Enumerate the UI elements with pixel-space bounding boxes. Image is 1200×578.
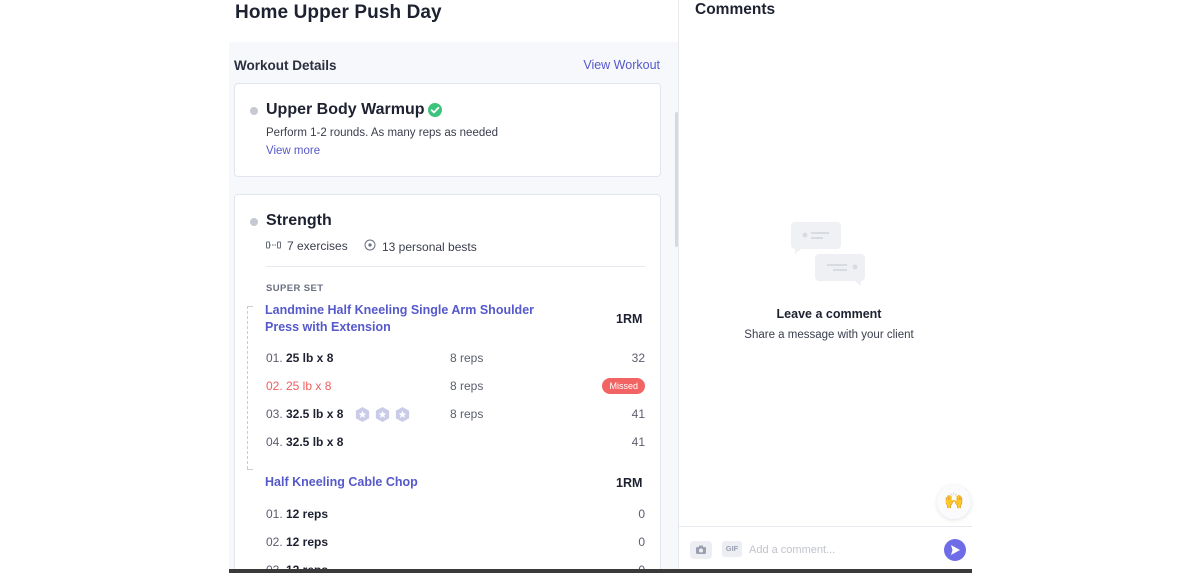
set-value: 41	[631, 407, 645, 421]
window-bottom-edge	[229, 569, 972, 573]
star-badge-icon	[355, 406, 370, 423]
exercise-title[interactable]: Half Kneeling Cable Chop	[265, 474, 418, 491]
set-row: 01. 25 lb x 8 8 reps 32	[266, 350, 645, 368]
set-value: 32	[631, 351, 645, 365]
check-circle-icon	[428, 103, 442, 117]
medal-icon	[364, 239, 376, 254]
comment-input[interactable]	[749, 540, 929, 560]
set-weight: 12 reps	[286, 507, 329, 521]
set-value: 0	[638, 535, 645, 549]
set-number: 03.	[266, 407, 283, 421]
page-title: Home Upper Push Day	[235, 2, 442, 23]
view-more-link[interactable]: View more	[266, 145, 320, 157]
workout-panel: Home Upper Push Day Workout Details View…	[229, 0, 678, 572]
camera-icon[interactable]	[690, 541, 712, 559]
exercise-title-line: Press with Extension	[265, 320, 391, 334]
app-window: Home Upper Push Day Workout Details View…	[229, 0, 972, 572]
strength-card: Strength 7 exercises 13 personal bests S…	[234, 194, 661, 572]
set-value: 0	[638, 507, 645, 521]
set-reps: 8 reps	[450, 379, 484, 393]
star-badge-icon	[375, 406, 390, 423]
status-dot	[250, 107, 258, 115]
set-reps: 8 reps	[450, 407, 484, 421]
comments-panel: Comments Leave a comment Share a message…	[679, 0, 972, 572]
set-number: 02.	[266, 535, 283, 549]
set-weight: 12 reps	[286, 535, 329, 549]
emoji-reaction-button[interactable]: 🙌	[937, 485, 971, 519]
set-row: 04. 32.5 lb x 8 41	[266, 434, 645, 452]
set-number: 01.	[266, 351, 283, 365]
set-row: 03. 32.5 lb x 8 8 reps 41	[266, 406, 645, 424]
set-weight: 25 lb x 8	[286, 351, 334, 365]
comments-title: Comments	[695, 1, 776, 18]
empty-state-subtitle: Share a message with your client	[744, 329, 914, 341]
send-button[interactable]	[944, 539, 966, 561]
empty-state-title: Leave a comment	[776, 307, 882, 321]
set-weight: 25 lb x 8	[286, 379, 332, 393]
set-row: 02. 12 reps 0	[266, 534, 645, 552]
warmup-card: Upper Body Warmup Perform 1-2 rounds. As…	[234, 83, 661, 177]
personal-bests-count: 13 personal bests	[364, 239, 477, 254]
superset-bracket	[247, 306, 248, 469]
set-value: 41	[631, 435, 645, 449]
set-number: 02.	[266, 379, 283, 393]
warmup-description: Perform 1-2 rounds. As many reps as need…	[266, 127, 499, 139]
one-rep-max-label: 1RM	[616, 476, 643, 490]
set-reps: 8 reps	[450, 351, 484, 365]
set-row: 01. 12 reps 0	[266, 506, 645, 524]
set-row: 02. 25 lb x 8 8 reps Missed	[266, 378, 645, 396]
missed-badge: Missed	[602, 378, 645, 394]
scrollbar-thumb[interactable]	[675, 112, 678, 247]
view-workout-link[interactable]: View Workout	[583, 58, 660, 72]
set-weight: 32.5 lb x 8	[286, 435, 344, 449]
gif-icon[interactable]: GIF	[722, 541, 742, 557]
exercise-title-line: Landmine Half Kneeling Single Arm Should…	[265, 303, 535, 317]
one-rep-max-label: 1RM	[616, 312, 643, 326]
warmup-title: Upper Body Warmup	[266, 101, 425, 118]
comment-input-bar: GIF	[679, 526, 972, 572]
exercise-count-label: 7 exercises	[287, 239, 348, 253]
superset-label: SUPER SET	[266, 283, 324, 294]
dumbbell-icon	[266, 239, 281, 253]
set-weight: 32.5 lb x 8	[286, 407, 344, 421]
divider	[266, 266, 645, 267]
chat-bubbles-icon	[791, 222, 865, 286]
set-number: 01.	[266, 507, 283, 521]
status-dot	[250, 218, 258, 226]
exercise-title[interactable]: Landmine Half Kneeling Single Arm Should…	[265, 302, 565, 336]
star-badge-icon	[395, 406, 410, 423]
exercise-count: 7 exercises	[266, 239, 348, 253]
personal-bests-label: 13 personal bests	[382, 239, 477, 254]
workout-details-heading: Workout Details	[234, 58, 337, 73]
personal-best-stars	[354, 406, 411, 423]
set-number: 04.	[266, 435, 283, 449]
strength-title: Strength	[266, 212, 332, 229]
superset-bracket-bottom	[247, 469, 253, 470]
send-icon	[951, 545, 960, 555]
